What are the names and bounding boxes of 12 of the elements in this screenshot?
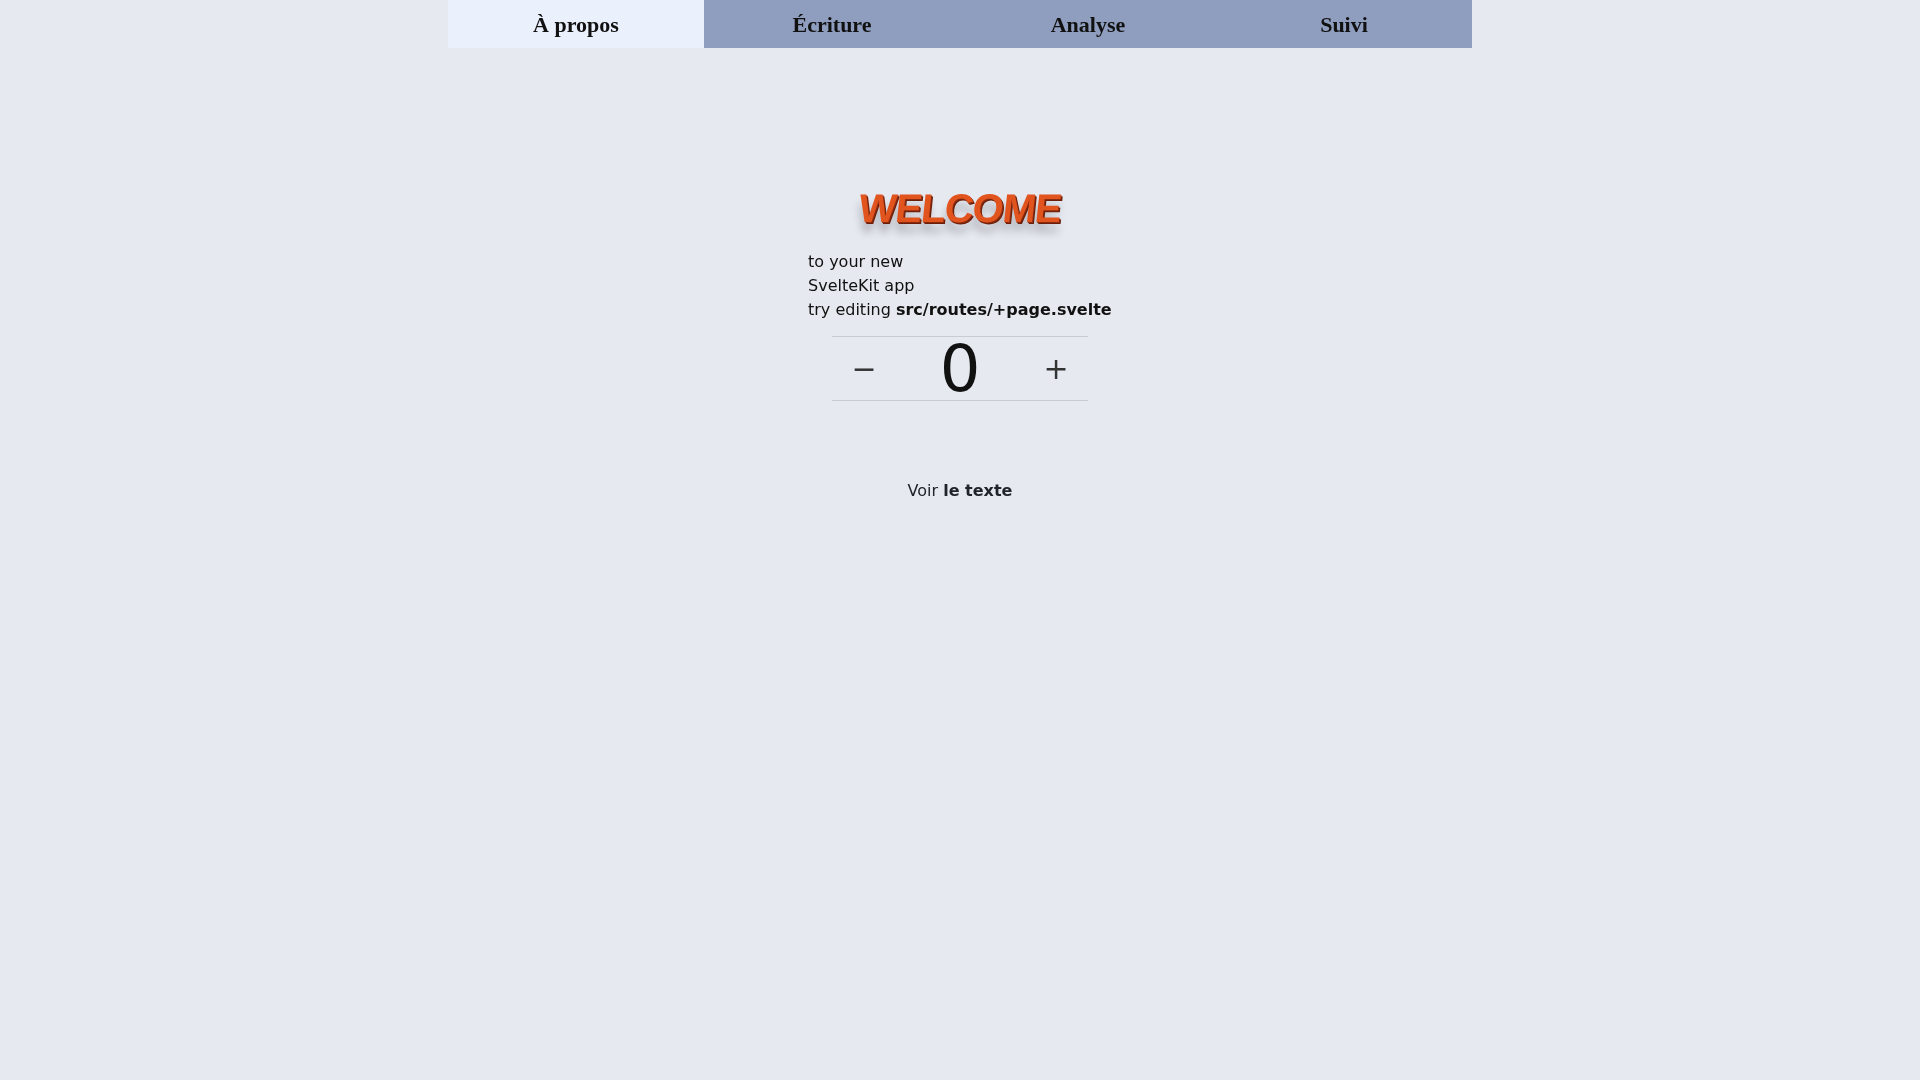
intro-text: SvelteKit app [808,275,916,297]
decrement-button[interactable]: − [832,352,896,385]
welcome-logo: WELCOME [856,188,1064,228]
view-text-link[interactable]: Voir le texte [907,479,1013,503]
nav-tab[interactable]: Suivi [1216,0,1472,48]
nav-tab[interactable]: Écriture [704,0,960,48]
increment-button[interactable]: + [1024,352,1088,385]
nav-tab[interactable]: Analyse [960,0,1216,48]
intro-text: to your new [808,251,905,273]
nav-tab[interactable]: À propos [448,0,704,48]
counter-value: 0 [939,336,981,401]
intro-text: try editing src/routes/+page.svelte [808,299,1112,321]
